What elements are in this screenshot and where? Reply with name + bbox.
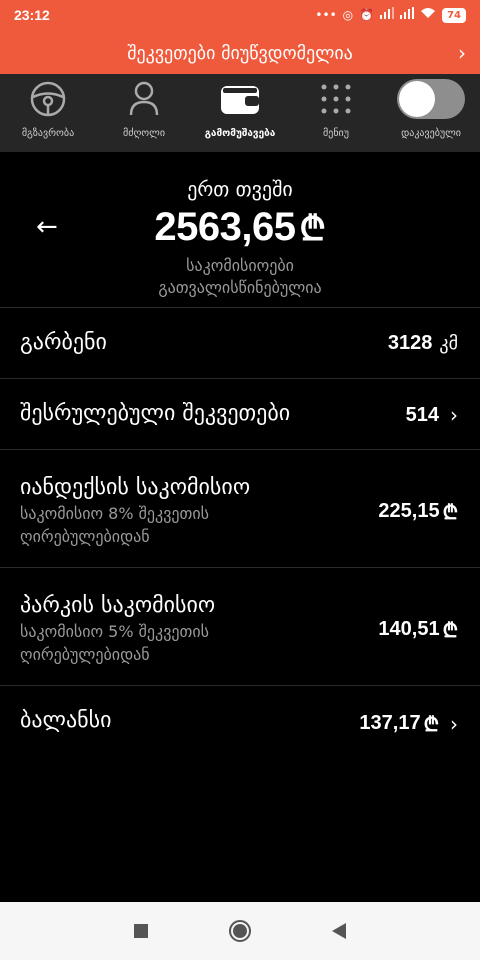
status-bar: 23:12 ••• ◎ ⏰ 74 bbox=[0, 0, 480, 32]
back-button[interactable] bbox=[314, 902, 364, 960]
status-icons: ••• ◎ ⏰ 74 bbox=[315, 7, 466, 23]
row-value: 225,15 ₾ bbox=[378, 498, 458, 525]
row-value: 137,17 ₾ › bbox=[359, 710, 458, 737]
toggle-knob bbox=[399, 81, 435, 117]
circle-icon bbox=[229, 920, 251, 942]
total-amount: 2563,65 ₾ bbox=[0, 204, 480, 250]
top-nav-bar: მგზავრობა მძღოლი გამომუშავება მენიუ დაკა… bbox=[0, 74, 480, 152]
row-balance[interactable]: ბალანსი 137,17 ₾ › bbox=[0, 686, 480, 756]
row-value: 3128 კმ bbox=[388, 332, 458, 355]
lari-icon: ₾ bbox=[299, 209, 326, 249]
system-nav-bar bbox=[0, 902, 480, 960]
status-time: 23:12 bbox=[14, 7, 50, 23]
row-value: 140,51 ₾ bbox=[378, 616, 458, 643]
row-mileage: გარბენი 3128 კმ bbox=[0, 308, 480, 378]
banner-text: შეკვეთები მიუწვდომელია bbox=[127, 42, 353, 64]
signal-icon bbox=[400, 7, 415, 23]
commission-value: 140,51 bbox=[378, 618, 440, 640]
orders-count: 514 bbox=[405, 403, 439, 426]
nav-label: მძღოლი bbox=[123, 128, 165, 139]
wallet-icon bbox=[221, 86, 259, 114]
amount-value: 2563,65 bbox=[154, 205, 296, 249]
row-subtitle: ღირებულებიდან bbox=[20, 645, 150, 664]
row-title: პარკის საკომისიო bbox=[20, 593, 216, 618]
nav-item-rides[interactable]: მგზავრობა bbox=[6, 74, 90, 152]
nav-item-menu[interactable]: მენიუ bbox=[300, 74, 372, 152]
row-subtitle: ღირებულებიდან bbox=[20, 527, 150, 546]
signal-icon bbox=[380, 7, 395, 23]
home-button[interactable] bbox=[215, 902, 265, 960]
balance-value: 137,17 bbox=[359, 712, 421, 734]
mileage-value: 3128 bbox=[387, 332, 433, 354]
more-dots-icon: ••• bbox=[315, 8, 337, 22]
row-subtitle: საკომისიო 5% შეკვეთის bbox=[20, 622, 209, 641]
recents-button[interactable] bbox=[116, 902, 166, 960]
row-title: იანდექსის საკომისიო bbox=[20, 475, 251, 500]
wifi-icon bbox=[420, 7, 436, 23]
busy-toggle[interactable] bbox=[397, 79, 465, 119]
triangle-back-icon bbox=[332, 923, 346, 939]
row-title: გარბენი bbox=[20, 330, 107, 355]
chevron-right-icon: › bbox=[458, 41, 466, 65]
person-icon bbox=[129, 81, 159, 116]
alarm-icon: ⏰ bbox=[359, 8, 375, 22]
commission-value: 225,15 bbox=[378, 500, 440, 522]
mileage-unit: კმ bbox=[439, 333, 458, 354]
nav-label: მენიუ bbox=[323, 128, 349, 139]
square-icon bbox=[134, 924, 148, 938]
row-title: შესრულებული შეკვეთები bbox=[20, 401, 291, 426]
earnings-header: ← ერთ თვეში 2563,65 ₾ საკომისიოები გათვა… bbox=[0, 152, 480, 307]
period-label: ერთ თვეში bbox=[187, 177, 293, 201]
steering-wheel-icon bbox=[30, 81, 66, 117]
nav-label: მგზავრობა bbox=[21, 128, 75, 139]
row-title: ბალანსი bbox=[20, 708, 112, 733]
nav-item-earnings[interactable]: გამომუშავება bbox=[190, 74, 290, 152]
header-subtitle: საკომისიოები bbox=[186, 256, 294, 275]
row-park-commission: პარკის საკომისიო საკომისიო 5% შეკვეთის ღ… bbox=[0, 568, 480, 685]
row-completed-orders[interactable]: შესრულებული შეკვეთები 514 › bbox=[0, 379, 480, 449]
grid-dots-icon bbox=[321, 84, 351, 114]
row-value: 514 › bbox=[406, 403, 458, 427]
header-subtitle-cut: გათვალისწინებულია bbox=[158, 278, 322, 297]
nav-label: დაკავებული bbox=[401, 128, 461, 139]
lari-icon: ₾ bbox=[442, 500, 458, 524]
chevron-right-icon: › bbox=[450, 403, 458, 427]
ring-icon: ◎ bbox=[342, 8, 354, 22]
nav-item-busy-toggle[interactable]: დაკავებული bbox=[384, 74, 478, 152]
battery-indicator: 74 bbox=[442, 7, 466, 23]
unavailable-banner[interactable]: შეკვეთები მიუწვდომელია › bbox=[0, 32, 480, 74]
nav-label: გამომუშავება bbox=[204, 128, 276, 139]
row-subtitle: საკომისიო 8% შეკვეთის bbox=[20, 504, 209, 523]
chevron-right-icon: › bbox=[450, 711, 458, 736]
row-yandex-commission: იანდექსის საკომისიო საკომისიო 8% შეკვეთი… bbox=[0, 450, 480, 567]
lari-icon: ₾ bbox=[423, 712, 439, 736]
nav-item-driver[interactable]: მძღოლი bbox=[104, 74, 184, 152]
lari-icon: ₾ bbox=[442, 618, 458, 642]
